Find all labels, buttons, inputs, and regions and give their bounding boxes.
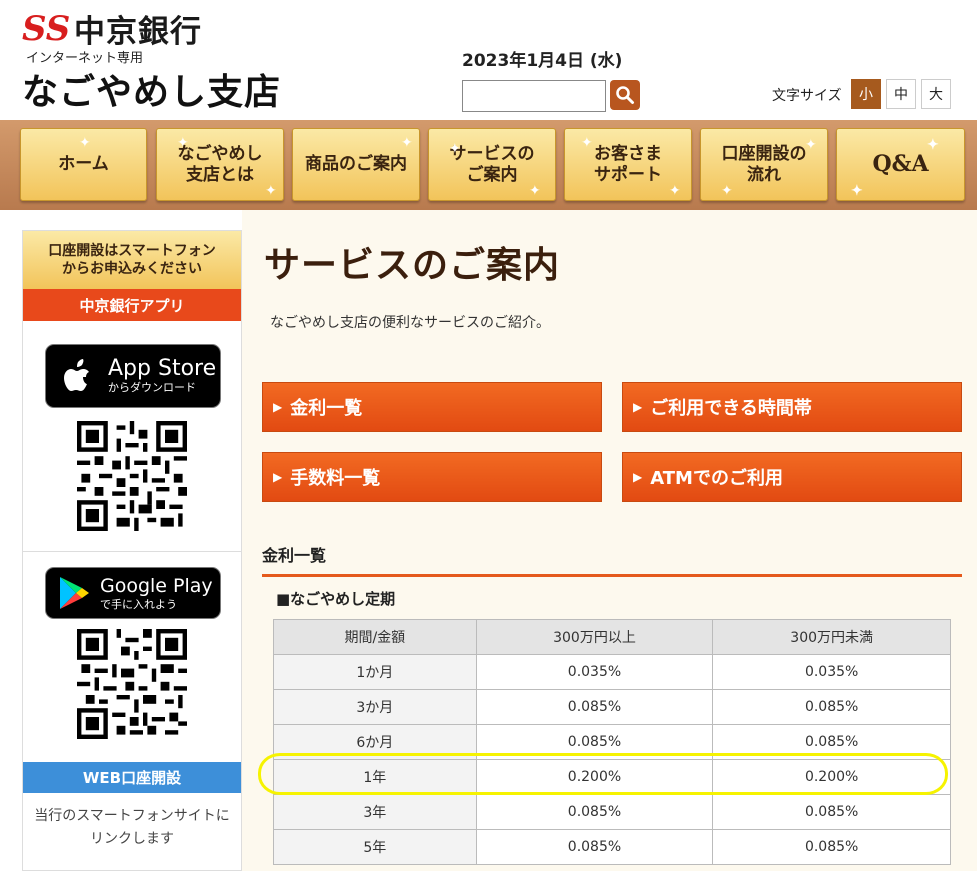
google-play-icon xyxy=(60,577,89,609)
nav-services[interactable]: ✦ ✦ サービスの ご案内 xyxy=(428,128,556,201)
link-atm-usage[interactable]: ▶ ATMでのご利用 xyxy=(622,452,962,502)
row-rate-over: 0.085% xyxy=(475,829,714,865)
app-store-qr-code[interactable] xyxy=(77,421,187,531)
nav-home[interactable]: ✦ ホーム xyxy=(20,128,147,201)
nav-account-opening-flow[interactable]: ✦ ✦ 口座開設の 流れ xyxy=(700,128,828,201)
font-size-medium-button[interactable]: 中 xyxy=(886,79,916,109)
sidebar-divider xyxy=(23,551,241,552)
font-size-small-button[interactable]: 小 xyxy=(851,79,881,109)
google-play-title: Google Play xyxy=(100,575,213,597)
row-rate-over: 0.085% xyxy=(475,794,714,830)
row-period: 3か月 xyxy=(273,689,477,725)
app-store-title: App Store xyxy=(108,356,217,381)
header-period: 期間/金額 xyxy=(273,619,477,655)
page-lead: なごやめし支店の便利なサービスのご紹介。 xyxy=(270,315,550,331)
subsection-title: ■なごやめし定期 xyxy=(276,590,396,608)
row-rate-over: 0.035% xyxy=(475,654,714,690)
row-rate-under: 0.085% xyxy=(712,794,951,830)
row-period: 5年 xyxy=(273,829,477,865)
section-title-rates: 金利一覧 xyxy=(262,546,327,565)
table-row: 5年 0.085% 0.085% xyxy=(273,829,951,865)
link-interest-rates[interactable]: ▶ 金利一覧 xyxy=(262,382,602,432)
nav-products[interactable]: ✦ 商品のご案内 xyxy=(292,128,420,201)
app-store-badge[interactable]: App Store からダウンロード xyxy=(45,344,221,408)
global-nav: ✦ ホーム ✦ ✦ なごやめし 支店とは ✦ 商品のご案内 ✦ ✦ サービスの ご案… xyxy=(0,120,977,210)
header-under-3m: 300万円未満 xyxy=(712,619,951,655)
app-store-sub: からダウンロード xyxy=(108,381,196,394)
page-title: サービスのご案内 xyxy=(264,245,561,286)
search-input[interactable] xyxy=(462,80,606,112)
row-rate-under: 0.085% xyxy=(712,689,951,725)
font-size-large-button[interactable]: 大 xyxy=(921,79,951,109)
row-rate-over: 0.085% xyxy=(475,689,714,725)
nav-support[interactable]: ✦ ✦ お客さま サポート xyxy=(564,128,692,201)
sidebar: 口座開設はスマートフォン からお申込みください 中京銀行アプリ App Store… xyxy=(22,230,242,871)
link-fees[interactable]: ▶ 手数料一覧 xyxy=(262,452,602,502)
arrow-right-icon: ▶ xyxy=(633,470,643,484)
table-row: 3か月 0.085% 0.085% xyxy=(273,689,951,725)
search-icon xyxy=(616,86,634,104)
sidebar-heading: 口座開設はスマートフォン からお申込みください xyxy=(23,231,241,289)
logo-mark-icon: SS xyxy=(22,8,71,49)
arrow-right-icon: ▶ xyxy=(633,400,643,414)
google-play-badge[interactable]: Google Play で手に入れよう xyxy=(45,567,221,619)
apple-icon xyxy=(64,359,89,391)
table-row: 1か月 0.035% 0.035% xyxy=(273,654,951,690)
smartphone-site-note: 当行のスマートフォンサイトに リンクします xyxy=(34,808,230,847)
header: SS 中京銀行 インターネット専用 なごやめし支店 2023年1月4日 (水) … xyxy=(0,0,977,120)
link-service-hours[interactable]: ▶ ご利用できる時間帯 xyxy=(622,382,962,432)
table-header-row: 期間/金額 300万円以上 300万円未満 xyxy=(273,619,951,655)
row-rate-under: 0.035% xyxy=(712,654,951,690)
table-row: 3年 0.085% 0.085% xyxy=(273,794,951,830)
bank-logo[interactable]: SS 中京銀行 xyxy=(22,6,202,51)
google-play-sub: で手に入れよう xyxy=(100,598,177,611)
font-size-label: 文字サイズ xyxy=(772,88,842,104)
row-period: 3年 xyxy=(273,794,477,830)
row-rate-under: 0.085% xyxy=(712,829,951,865)
highlight-annotation xyxy=(258,753,948,795)
app-label: 中京銀行アプリ xyxy=(23,289,241,321)
row-period: 1か月 xyxy=(273,654,477,690)
section-divider xyxy=(262,574,962,577)
google-play-qr-code[interactable] xyxy=(77,629,187,739)
search-button[interactable] xyxy=(610,80,640,110)
header-over-3m: 300万円以上 xyxy=(475,619,714,655)
nav-about-branch[interactable]: ✦ ✦ なごやめし 支店とは xyxy=(156,128,284,201)
branch-name: なごやめし支店 xyxy=(22,72,282,113)
bank-name: 中京銀行 xyxy=(74,14,202,50)
current-date: 2023年1月4日 (水) xyxy=(462,51,623,71)
arrow-right-icon: ▶ xyxy=(273,470,283,484)
arrow-right-icon: ▶ xyxy=(273,400,283,414)
interest-rate-table: 期間/金額 300万円以上 300万円未満 1か月 0.035% 0.035% … xyxy=(273,619,951,865)
nav-qa[interactable]: ✦ ✦ Q&A xyxy=(836,128,965,201)
web-account-opening-label[interactable]: WEB口座開設 xyxy=(23,762,241,793)
